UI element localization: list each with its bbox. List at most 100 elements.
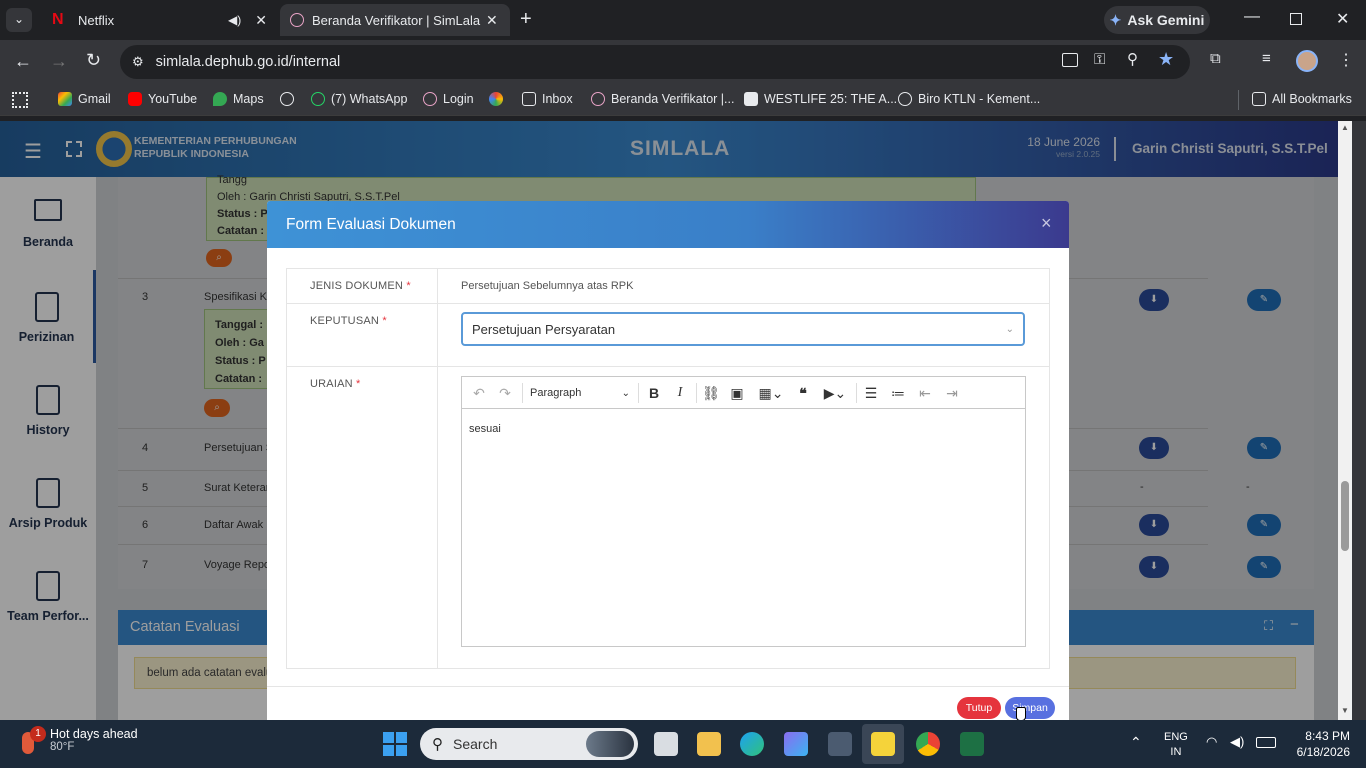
- l-icon: [744, 92, 758, 106]
- simpan-button[interactable]: Simpan: [1005, 697, 1055, 719]
- apps-grid-icon[interactable]: [12, 92, 28, 108]
- page-scrollbar[interactable]: ▲ ▼: [1338, 121, 1352, 720]
- link-icon[interactable]: ⛓: [700, 377, 722, 409]
- paragraph-format-select[interactable]: Paragraph ⌄: [530, 377, 630, 409]
- tray-chevron-icon[interactable]: ⌃: [1130, 734, 1142, 751]
- row-jenis-dokumen: JENIS DOKUMEN * Persetujuan Sebelumnya a…: [286, 268, 1050, 304]
- bookmark-youtube[interactable]: YouTube: [128, 92, 197, 106]
- bookmark-westlife[interactable]: WESTLIFE 25: THE A...: [744, 92, 897, 106]
- modal-close-button[interactable]: ×: [1041, 213, 1052, 234]
- numbered-list-icon[interactable]: ≔: [887, 377, 909, 409]
- modal-title: Form Evaluasi Dokumen: [286, 216, 456, 233]
- weather-title: Hot days ahead: [50, 727, 138, 741]
- insert-image-icon[interactable]: ▣: [726, 377, 748, 409]
- modal-header: Form Evaluasi Dokumen ×: [267, 201, 1069, 248]
- speaker-icon[interactable]: ◀): [228, 13, 241, 27]
- search-highlight-icon: [586, 731, 634, 757]
- camera-icon[interactable]: [828, 732, 852, 756]
- windows-start-icon[interactable]: [383, 732, 407, 756]
- media-control-icon[interactable]: ≡: [1262, 50, 1271, 67]
- youtube-icon: [128, 92, 142, 106]
- jenis-value: Persetujuan Sebelumnya atas RPK: [461, 280, 634, 292]
- bookmark-inbox[interactable]: Inbox: [522, 92, 573, 106]
- url-text: simlala.dephub.go.id/internal: [155, 54, 341, 70]
- excel-icon[interactable]: [960, 732, 984, 756]
- gmail-icon: [58, 92, 72, 106]
- wifi-icon[interactable]: ◠: [1206, 734, 1217, 750]
- editor-toolbar: ↶ ↷ Paragraph ⌄ B I ⛓ ▣ ▦⌄ ❝ ▶⌄ ☰ ≔ ⇤ ⇥: [462, 377, 1025, 409]
- bookmark-login[interactable]: Login: [423, 92, 474, 106]
- keputusan-selected-value: Persetujuan Persyaratan: [472, 321, 616, 337]
- profile-avatar[interactable]: [1296, 50, 1318, 72]
- task-view-icon[interactable]: [654, 732, 678, 756]
- password-key-icon[interactable]: ⚿: [1094, 51, 1105, 68]
- close-window-button[interactable]: ✕: [1336, 9, 1349, 29]
- indent-icon[interactable]: ⇥: [941, 377, 963, 409]
- search-icon: ⚲: [432, 736, 443, 753]
- redo-icon[interactable]: ↷: [494, 377, 516, 409]
- italic-icon[interactable]: I: [669, 377, 691, 409]
- scrollbar-thumb[interactable]: [1341, 481, 1349, 551]
- minimize-button[interactable]: —: [1244, 8, 1260, 26]
- whatsapp-icon: [311, 92, 325, 106]
- bookmark-whatsapp[interactable]: (7) WhatsApp: [311, 92, 407, 106]
- bold-icon[interactable]: B: [643, 377, 665, 409]
- extensions-icon[interactable]: ⧉: [1210, 50, 1221, 67]
- maps-icon: [213, 92, 227, 106]
- battery-icon[interactable]: [1256, 737, 1276, 748]
- bookmark-star-icon[interactable]: ★: [1158, 49, 1174, 70]
- menu-icon[interactable]: ⋮: [1338, 50, 1354, 70]
- taskbar-search[interactable]: ⚲ Search: [420, 728, 638, 760]
- keputusan-select[interactable]: Persetujuan Persyaratan ⌄: [461, 312, 1025, 346]
- chrome-icon[interactable]: [916, 732, 940, 756]
- tutup-button[interactable]: Tutup: [957, 697, 1001, 719]
- tab-simlala[interactable]: Beranda Verifikator | SimLala ✕: [280, 4, 510, 36]
- copilot-icon[interactable]: [784, 732, 808, 756]
- scroll-down-arrow[interactable]: ▼: [1341, 706, 1349, 715]
- form-evaluasi-modal: Form Evaluasi Dokumen × JENIS DOKUMEN * …: [267, 201, 1069, 720]
- restore-button[interactable]: [1290, 13, 1302, 25]
- site-settings-icon[interactable]: ⚙: [132, 54, 144, 70]
- ask-gemini-button[interactable]: ✦ Ask Gemini: [1104, 6, 1210, 34]
- language-indicator[interactable]: ENG IN: [1164, 730, 1188, 760]
- bookmark-maps[interactable]: Maps: [213, 92, 264, 106]
- bookmark-biro-ktln[interactable]: Biro KTLN - Kement...: [898, 92, 1040, 106]
- volume-icon[interactable]: ◀): [1230, 734, 1244, 750]
- table-icon[interactable]: ▦⌄: [754, 377, 788, 409]
- scroll-up-arrow[interactable]: ▲: [1341, 123, 1349, 132]
- editor-divider: [696, 383, 697, 403]
- mouse-cursor-icon: [1016, 707, 1026, 720]
- tab-search-button[interactable]: ⌄: [6, 8, 32, 32]
- forward-icon[interactable]: →: [50, 51, 68, 72]
- bookmark-globe[interactable]: [280, 92, 294, 106]
- reload-icon[interactable]: ↻: [86, 50, 101, 71]
- bulleted-list-icon[interactable]: ☰: [860, 377, 882, 409]
- inbox-icon: [522, 92, 536, 106]
- sticky-notes-icon: [871, 732, 895, 756]
- editor-content-area[interactable]: sesuai: [462, 410, 1025, 646]
- zoom-icon[interactable]: ⚲: [1127, 50, 1138, 68]
- bookmark-beranda[interactable]: Beranda Verifikator |...: [591, 92, 734, 106]
- file-explorer-icon[interactable]: [697, 732, 721, 756]
- tab-netflix[interactable]: N Netflix ◀) ✕: [40, 4, 276, 36]
- bookmark-photos[interactable]: [489, 92, 503, 106]
- all-bookmarks[interactable]: All Bookmarks: [1252, 92, 1352, 106]
- media-embed-icon[interactable]: ▶⌄: [818, 377, 852, 409]
- row-keputusan: KEPUTUSAN * Persetujuan Persyaratan ⌄: [286, 304, 1050, 367]
- outdent-icon[interactable]: ⇤: [914, 377, 936, 409]
- netflix-icon: N: [52, 11, 64, 28]
- undo-icon[interactable]: ↶: [468, 377, 490, 409]
- install-icon[interactable]: [1062, 53, 1078, 67]
- uraian-label: URAIAN: [310, 378, 353, 390]
- edge-icon[interactable]: [740, 732, 764, 756]
- blockquote-icon[interactable]: ❝: [792, 377, 814, 409]
- jenis-label: JENIS DOKUMEN: [310, 280, 404, 292]
- bookmark-gmail[interactable]: Gmail: [58, 92, 111, 106]
- url-bar[interactable]: ⚙ simlala.dephub.go.id/internal: [120, 45, 1190, 79]
- close-tab-icon[interactable]: ✕: [486, 12, 498, 29]
- clock[interactable]: 8:43 PM 6/18/2026: [1290, 728, 1350, 760]
- close-tab-icon[interactable]: ✕: [255, 12, 267, 29]
- new-tab-button[interactable]: +: [520, 8, 532, 31]
- editor-divider: [638, 383, 639, 403]
- back-icon[interactable]: ←: [14, 51, 32, 72]
